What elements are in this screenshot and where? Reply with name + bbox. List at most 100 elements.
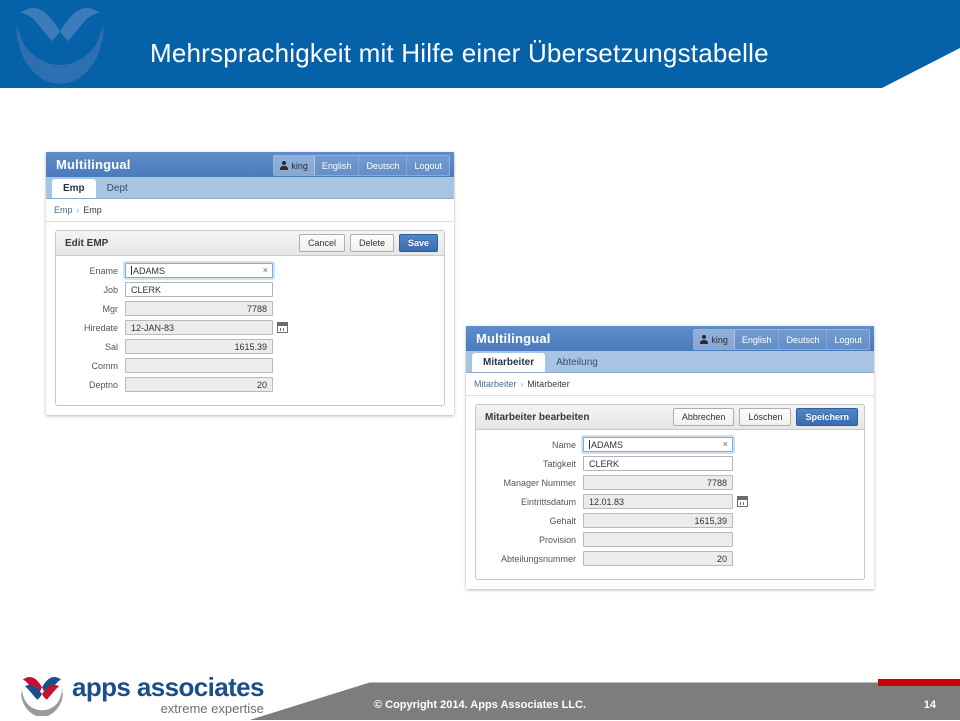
- slide-footer: © Copyright 2014. Apps Associates LLC. 1…: [0, 672, 960, 720]
- app-tabs-english: Emp Dept: [46, 177, 454, 199]
- field-input[interactable]: CLERK: [583, 456, 733, 471]
- field-control: ADAMS ×: [125, 263, 273, 278]
- field-input[interactable]: 20: [125, 377, 273, 392]
- apps-associates-logo-icon: [6, 0, 114, 88]
- edit-panel-english: Edit EMP Cancel Delete Save Ename ADAMS × J…: [55, 230, 445, 406]
- tab-mitarbeiter[interactable]: Mitarbeiter: [472, 353, 546, 372]
- field-control: 20: [125, 377, 273, 392]
- form-row: Tatigkeit CLERK: [476, 456, 864, 471]
- nav-link-english-english[interactable]: English: [315, 156, 360, 175]
- app-tabs-german: Mitarbeiter Abteilung: [466, 351, 874, 373]
- field-label: Mgr: [102, 303, 119, 314]
- clear-field-icon[interactable]: ×: [723, 440, 728, 449]
- delete-button[interactable]: Delete: [349, 234, 394, 252]
- panel-title-english: Edit EMP: [65, 237, 109, 249]
- field-value: 7788: [246, 303, 267, 314]
- slide-banner: Mehrsprachigkeit mit Hilfe einer Überset…: [0, 0, 960, 88]
- field-control: ADAMS ×: [583, 437, 733, 452]
- field-input[interactable]: 12.01.83: [583, 494, 733, 509]
- field-control: 1615.39: [125, 339, 273, 354]
- form-row: Hiredate 12-JAN-83: [56, 320, 444, 335]
- logo-company-name: apps associates: [72, 671, 265, 702]
- app-body-english: Edit EMP Cancel Delete Save Ename ADAMS × J…: [46, 222, 454, 415]
- form-row: Sal 1615.39: [56, 339, 444, 354]
- field-input[interactable]: ADAMS ×: [125, 263, 273, 278]
- breadcrumb-root-german[interactable]: Mitarbeiter: [474, 379, 517, 389]
- footer-logo-text: apps associates extreme expertise: [72, 671, 265, 716]
- form-fields-german: Name ADAMS × Tatigkeit CLERK Manager Nummer 77…: [476, 430, 864, 579]
- field-input[interactable]: 12-JAN-83: [125, 320, 273, 335]
- form-fields-english: Ename ADAMS × Job CLERK Mgr 7788 Hiredate 12-JAN…: [56, 256, 444, 405]
- logo-tagline: extreme expertise: [160, 700, 264, 716]
- field-value: 12-JAN-83: [131, 322, 175, 333]
- field-input[interactable]: ADAMS ×: [583, 437, 733, 452]
- field-input[interactable]: 20: [583, 551, 733, 566]
- app-brand-german: Multilingual: [476, 331, 551, 346]
- calendar-icon[interactable]: [277, 322, 288, 333]
- form-row: Manager Nummer 7788: [476, 475, 864, 490]
- nav-link-english-deutsch[interactable]: Deutsch: [359, 156, 408, 175]
- field-value: CLERK: [589, 458, 620, 469]
- tab-abteilung[interactable]: Abteilung: [545, 353, 609, 372]
- nav-user-english[interactable]: king: [274, 156, 315, 175]
- field-control: 20: [583, 551, 733, 566]
- field-value: CLERK: [131, 284, 162, 295]
- field-value: 7788: [706, 477, 727, 488]
- field-input[interactable]: 7788: [125, 301, 273, 316]
- speichern-button[interactable]: Speichern: [796, 408, 858, 426]
- tab-emp[interactable]: Emp: [52, 179, 96, 198]
- app-body-german: Mitarbeiter bearbeiten Abbrechen Löschen…: [466, 396, 874, 589]
- clear-field-icon[interactable]: ×: [263, 266, 268, 275]
- field-label: Deptno: [88, 379, 118, 390]
- apps-associates-logo-icon: [18, 672, 66, 718]
- field-value: ADAMS: [133, 265, 166, 276]
- breadcrumb-root-english[interactable]: Emp: [54, 205, 73, 215]
- chevron-right-icon: ›: [76, 205, 80, 215]
- tab-dept[interactable]: Dept: [96, 179, 139, 198]
- user-icon: [280, 161, 289, 170]
- field-input[interactable]: 1615.39: [125, 339, 273, 354]
- form-row: Abteilungsnummer 20: [476, 551, 864, 566]
- field-label: Provision: [538, 534, 576, 545]
- cancel-button[interactable]: Cancel: [298, 234, 345, 252]
- field-value: 1615,39: [694, 515, 727, 526]
- nav-user-german[interactable]: king: [694, 330, 735, 349]
- app-nav-german: king English Deutsch Logout: [693, 329, 870, 350]
- user-icon: [700, 335, 709, 344]
- app-window-german: Multilingual king English Deutsch Logout…: [466, 326, 874, 589]
- field-input[interactable]: 7788: [583, 475, 733, 490]
- form-row: Ename ADAMS ×: [56, 263, 444, 278]
- calendar-icon[interactable]: [737, 496, 748, 507]
- form-row: Mgr 7788: [56, 301, 444, 316]
- field-label: Comm: [91, 360, 119, 371]
- nav-link-english-logout[interactable]: Logout: [407, 156, 449, 175]
- field-control: [583, 532, 733, 547]
- field-label: Sal: [104, 341, 118, 352]
- field-label: Gehalt: [549, 515, 576, 526]
- save-button[interactable]: Save: [398, 234, 438, 252]
- abbrechen-button[interactable]: Abbrechen: [672, 408, 735, 426]
- form-row: Comm: [56, 358, 444, 373]
- app-window-english: Multilingual king English Deutsch Logout…: [46, 152, 454, 415]
- field-input[interactable]: [583, 532, 733, 547]
- page-number: 14: [923, 699, 936, 711]
- field-value: 1615.39: [234, 341, 267, 352]
- field-value: 20: [716, 553, 727, 564]
- nav-link-german-logout[interactable]: Logout: [827, 330, 869, 349]
- nav-link-german-deutsch[interactable]: Deutsch: [779, 330, 828, 349]
- nav-username-german: king: [711, 334, 728, 345]
- breadcrumb-german: Mitarbeiter › Mitarbeiter: [466, 373, 874, 396]
- field-control: 12-JAN-83: [125, 320, 288, 335]
- form-row: Deptno 20: [56, 377, 444, 392]
- nav-link-german-english[interactable]: English: [735, 330, 780, 349]
- field-value: ADAMS: [591, 439, 624, 450]
- field-label: Name: [551, 439, 576, 450]
- loeschen-button[interactable]: Löschen: [739, 408, 792, 426]
- field-input[interactable]: 1615,39: [583, 513, 733, 528]
- field-label: Eintrittsdatum: [520, 496, 576, 507]
- footer-logo: apps associates extreme expertise: [18, 671, 265, 718]
- breadcrumb-current-german: Mitarbeiter: [527, 379, 570, 389]
- field-input[interactable]: [125, 358, 273, 373]
- nav-username-english: king: [291, 160, 308, 171]
- field-input[interactable]: CLERK: [125, 282, 273, 297]
